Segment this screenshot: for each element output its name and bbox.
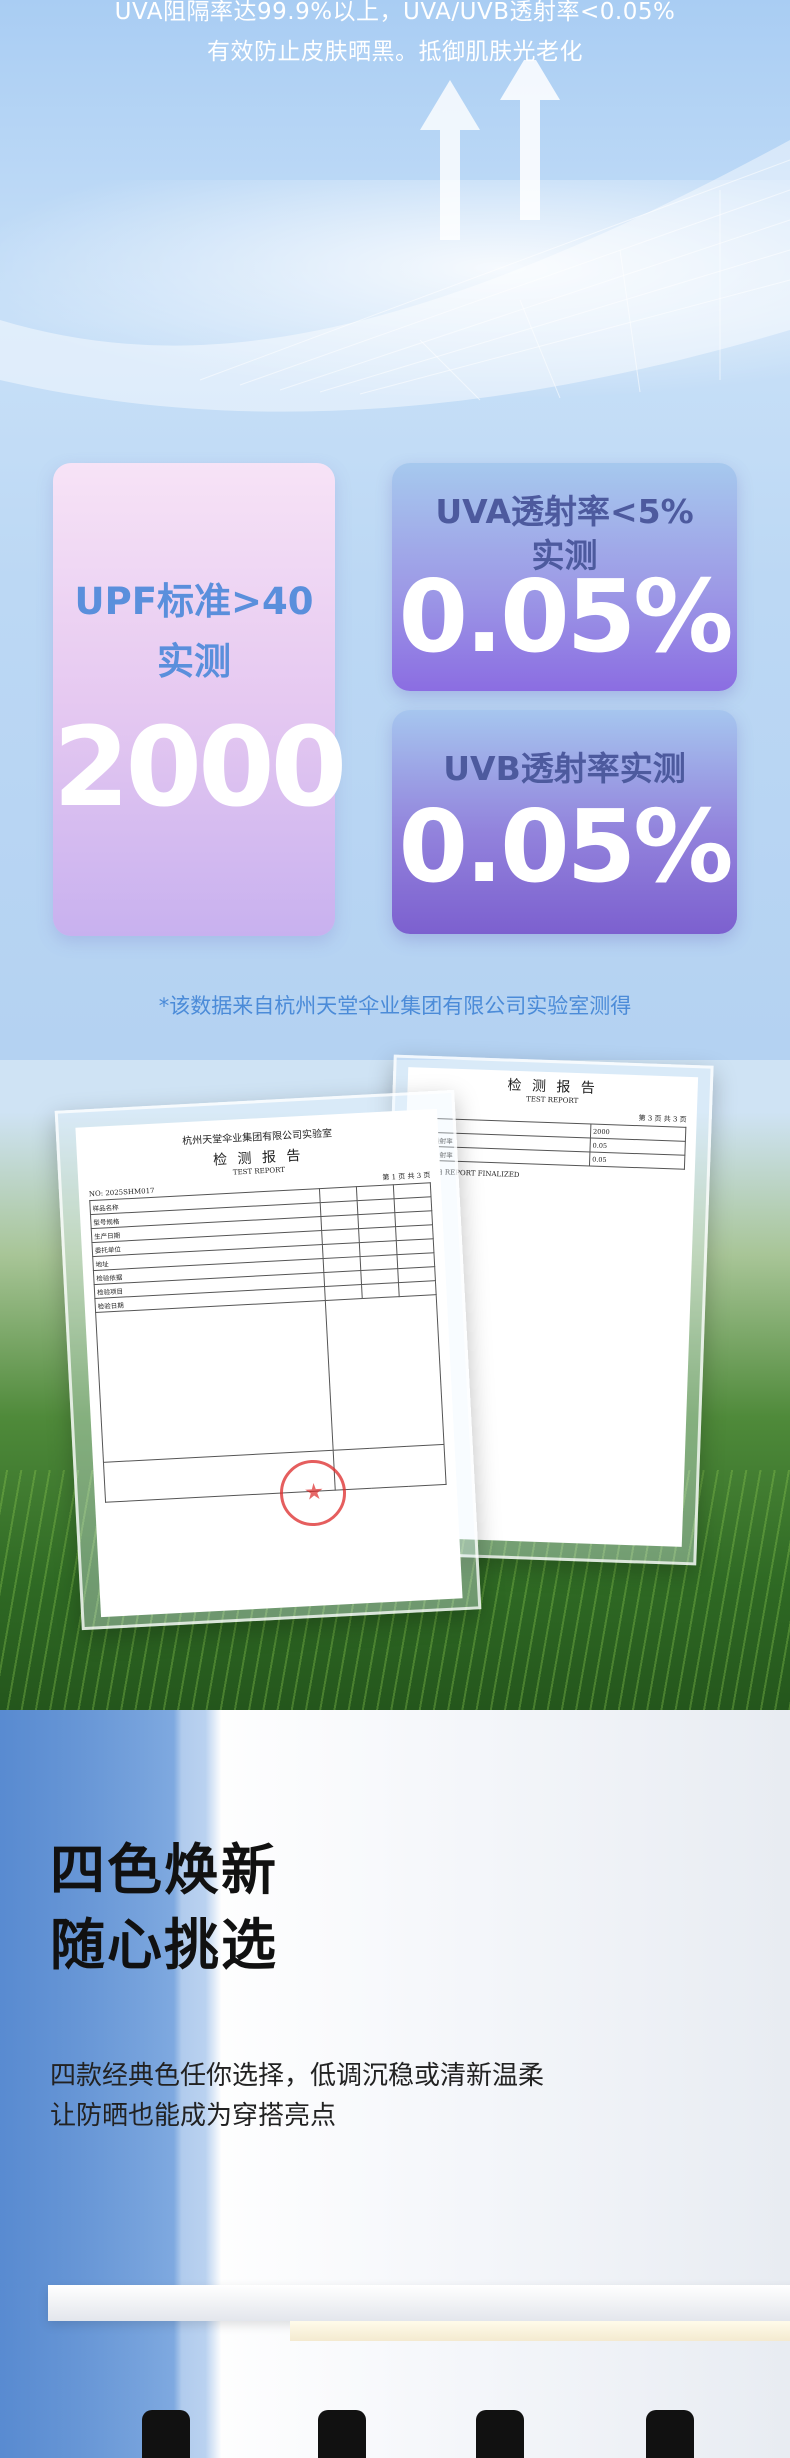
umbrella-handle: [476, 2410, 524, 2458]
data-source-note: *该数据来自杭州天堂伞业集团有限公司实验室测得: [158, 994, 632, 1018]
colors-section: 四色焕新 随心挑选 四款经典色任你选择，低调沉稳或清新温柔 让防晒也能成为穿搭亮…: [0, 1710, 790, 2458]
table-cell: 0.05: [589, 1151, 685, 1170]
upf-measured-label: 实测: [157, 640, 231, 683]
upf-card: UPF标准>40 实测 2000: [53, 463, 347, 936]
display-shelf: [48, 2285, 790, 2321]
hero-section: UVA阻隔率达99.9%以上，UVA/UVB透射率<0.05% 有效防止皮肤晒黑…: [0, 0, 790, 1060]
uvb-value: 0.05%: [398, 788, 734, 905]
uva-label: UVA透射率<5%: [435, 492, 694, 531]
upf-label: UPF标准>40: [74, 580, 314, 623]
shelf-light: [290, 2321, 790, 2341]
colors-heading-1: 四色焕新: [50, 1838, 279, 1902]
colors-heading-2: 随心挑选: [50, 1913, 279, 1977]
uvb-label: UVB透射率实测: [443, 749, 686, 788]
umbrella-handle: [318, 2410, 366, 2458]
colors-desc-2: 让防晒也能成为穿搭亮点: [50, 2101, 337, 2131]
umbrella-handle: [142, 2410, 190, 2458]
fabric-grid-decoration: [0, 140, 790, 412]
test-report-left: 杭州天堂伞业集团有限公司实验室 检 测 报 告 TEST REPORT NO: …: [75, 1108, 463, 1618]
uva-value: 0.05%: [398, 558, 734, 675]
report-info-table: 样品名称 型号规格 生产日期 委托单位 地址 检验依据 检验项目 检验日期: [89, 1182, 447, 1503]
colors-desc-1: 四款经典色任你选择，低调沉稳或清新温柔: [50, 2061, 545, 2091]
upf-value: 2000: [53, 703, 347, 831]
feature-line-2: 有效防止皮肤晒黑。抵御肌肤光老化: [207, 39, 583, 65]
uva-card: UVA透射率<5% 实测 0.05%: [392, 463, 737, 691]
feature-line-1: UVA阻隔率达99.9%以上，UVA/UVB透射率<0.05%: [114, 0, 676, 25]
umbrella-handle: [646, 2410, 694, 2458]
uvb-card: UVB透射率实测 0.05%: [392, 710, 737, 934]
